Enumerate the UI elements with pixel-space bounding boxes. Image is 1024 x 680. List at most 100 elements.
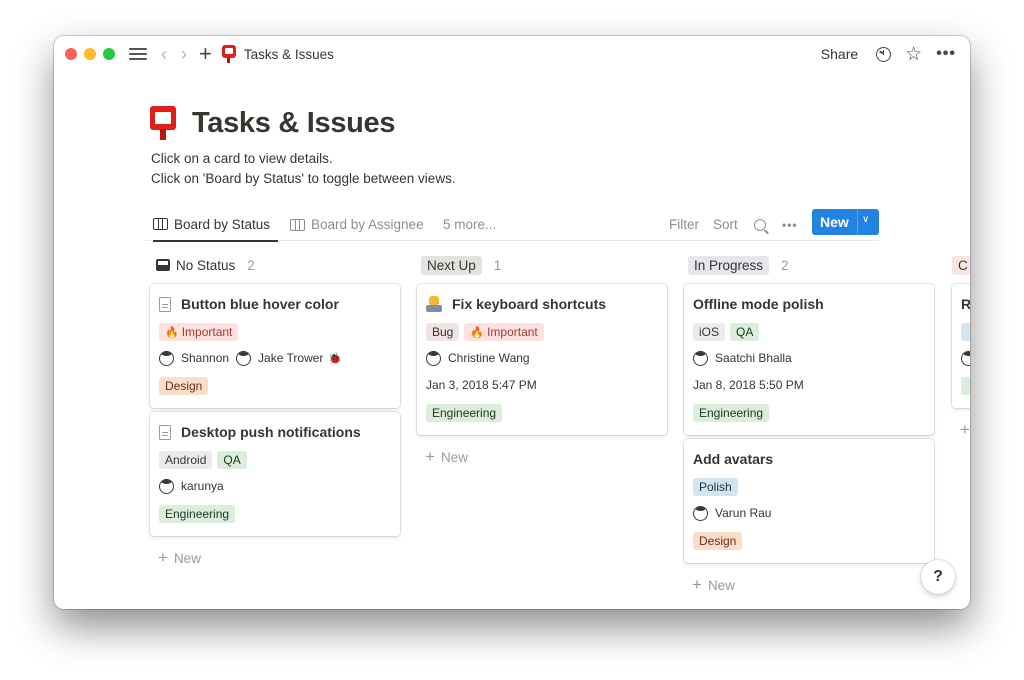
- view-options-more-icon[interactable]: •••: [782, 208, 798, 241]
- more-views-button[interactable]: 5 more...: [443, 208, 496, 241]
- card-title-row: Add avatars: [693, 448, 925, 470]
- board-icon: [290, 218, 305, 231]
- tab-board-by-assignee[interactable]: Board by Assignee: [290, 208, 424, 241]
- tab-label: Board by Status: [174, 216, 271, 232]
- tag-polish: Polish: [693, 478, 738, 496]
- avatar: [236, 350, 252, 366]
- avatar: [426, 350, 441, 366]
- title-bar-actions: Share ☆ •••: [821, 36, 956, 72]
- clock-icon[interactable]: [876, 46, 892, 62]
- card-title: Re: [961, 296, 970, 312]
- sort-button[interactable]: Sort: [713, 208, 738, 241]
- add-card-button[interactable]: + New: [158, 548, 400, 568]
- inbox-icon: [156, 259, 170, 271]
- tag-important: 🔥 Important: [159, 323, 239, 341]
- plus-icon: +: [692, 575, 702, 594]
- card-tags: 🔥 Important: [159, 323, 391, 341]
- plus-icon[interactable]: +: [199, 43, 212, 65]
- board-card[interactable]: Button blue hover color 🔥 Important Shan…: [150, 284, 400, 408]
- plus-icon: +: [158, 548, 168, 567]
- fire-emoji-icon: 🔥: [165, 326, 179, 339]
- card-title: Fix keyboard shortcuts: [452, 296, 607, 312]
- star-icon[interactable]: ☆: [905, 43, 922, 66]
- page-header: Tasks & Issues: [150, 106, 396, 140]
- tag-android: Android: [159, 451, 213, 469]
- tag: [961, 377, 970, 395]
- column-header[interactable]: C: [952, 254, 970, 276]
- board-card[interactable]: Fix keyboard shortcuts Bug 🔥 Important C…: [417, 284, 667, 435]
- card-tags: iOS QA: [693, 323, 925, 341]
- breadcrumb-page-title[interactable]: Tasks & Issues: [244, 47, 334, 62]
- hamburger-icon[interactable]: [129, 45, 147, 63]
- avatar: [961, 350, 970, 366]
- maximize-window-button[interactable]: [103, 48, 115, 60]
- page-title[interactable]: Tasks & Issues: [192, 107, 396, 140]
- column-label: In Progress: [688, 255, 770, 275]
- card-team: Design: [159, 377, 391, 395]
- avatar: [693, 505, 708, 521]
- search-button[interactable]: [754, 208, 766, 241]
- app-window: ‹ › + Tasks & Issues Share ☆ ••• Tasks &…: [54, 36, 970, 609]
- add-card-button[interactable]: +: [960, 420, 970, 440]
- avatar: [693, 350, 708, 366]
- postbox-emoji-icon[interactable]: [150, 106, 176, 140]
- new-item-button[interactable]: New ∨: [812, 209, 879, 235]
- close-window-button[interactable]: [65, 48, 77, 60]
- tag-qa: QA: [217, 451, 247, 469]
- card-title-row: Desktop push notifications: [159, 421, 391, 443]
- filter-button[interactable]: Filter: [669, 208, 699, 241]
- minimize-window-button[interactable]: [84, 48, 96, 60]
- description-line: Click on 'Board by Status' to toggle bet…: [151, 171, 456, 186]
- document-icon: [159, 296, 171, 312]
- board-card[interactable]: Re: [952, 284, 970, 408]
- person-name: Varun Rau: [715, 506, 772, 520]
- plus-icon: +: [425, 447, 435, 466]
- description-line: Click on a card to view details.: [151, 151, 333, 166]
- column-count: 2: [781, 257, 789, 273]
- board-card[interactable]: Add avatars Polish Varun Rau Design: [684, 439, 934, 563]
- column-label: No Status: [176, 257, 236, 273]
- board-column-next-up: Next Up 1 Fix keyboard shortcuts Bug 🔥 I…: [417, 254, 667, 467]
- card-assignees: Shannon Jake Trower 🐞: [159, 349, 391, 367]
- board-card[interactable]: Desktop push notifications Android QA ka…: [150, 412, 400, 536]
- add-card-label: New: [173, 550, 201, 566]
- board-column-partial: C Re +: [952, 254, 970, 440]
- plus-icon: +: [960, 420, 970, 439]
- add-card-label: New: [707, 577, 735, 593]
- card-date: Jan 3, 2018 5:47 PM: [426, 378, 537, 392]
- more-icon[interactable]: •••: [936, 45, 956, 63]
- avatar: [159, 350, 174, 366]
- view-tabs-bar: Board by Status Board by Assignee 5 more…: [145, 208, 879, 242]
- tag-bug: Bug: [426, 323, 460, 341]
- card-assignees: Christine Wang: [426, 349, 658, 367]
- add-card-button[interactable]: + New: [692, 575, 934, 595]
- column-header[interactable]: Next Up 1: [417, 254, 667, 276]
- card-title-row: Button blue hover color: [159, 293, 391, 315]
- chevron-down-icon[interactable]: ∨: [862, 214, 869, 225]
- card-tags: Bug 🔥 Important: [426, 323, 658, 341]
- column-header[interactable]: In Progress 2: [684, 254, 934, 276]
- chevron-left-icon[interactable]: ‹: [161, 45, 167, 63]
- board-card[interactable]: Offline mode polish iOS QA Saatchi Bhall…: [684, 284, 934, 435]
- card-assignees: Varun Rau: [693, 504, 925, 522]
- share-button[interactable]: Share: [821, 46, 858, 62]
- board-icon: [153, 218, 168, 230]
- add-card-button[interactable]: + New: [425, 447, 667, 467]
- tag-engineering: Engineering: [159, 505, 236, 523]
- column-label: C: [952, 255, 970, 275]
- tab-board-by-status[interactable]: Board by Status: [153, 208, 279, 242]
- person-name: Jake Trower: [258, 351, 324, 365]
- card-title: Button blue hover color: [181, 296, 339, 312]
- column-count: 2: [247, 257, 255, 273]
- title-bar: ‹ › + Tasks & Issues Share ☆ •••: [54, 36, 970, 72]
- chevron-right-icon[interactable]: ›: [181, 45, 187, 63]
- column-header[interactable]: No Status 2: [150, 254, 400, 276]
- card-date: Jan 8, 2018 5:50 PM: [693, 378, 804, 392]
- document-icon: [159, 424, 171, 440]
- card-team: Engineering: [693, 404, 925, 422]
- help-button[interactable]: ?: [921, 560, 955, 594]
- tag-label: Important: [181, 325, 233, 339]
- postbox-emoji-icon: [221, 45, 236, 63]
- tag-label: Important: [487, 325, 538, 339]
- tag-engineering: Engineering: [426, 404, 503, 422]
